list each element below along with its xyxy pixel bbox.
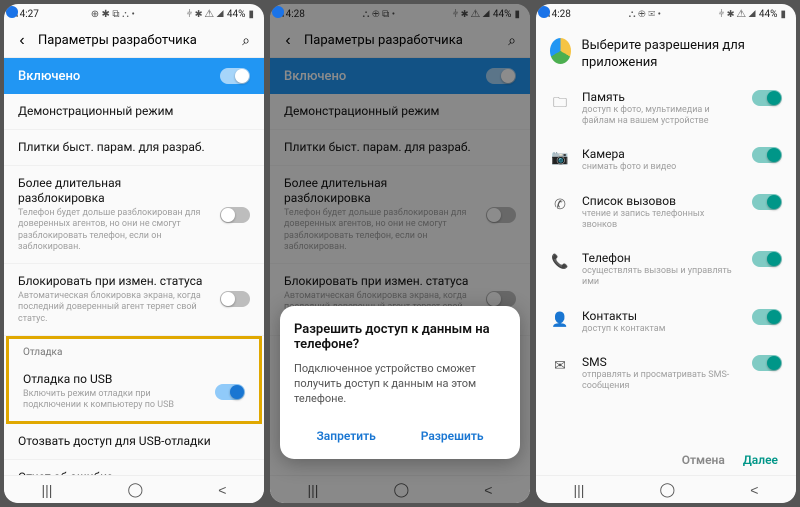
item-revoke-usb[interactable]: Отозвать доступ для USB-отладки bbox=[4, 424, 264, 460]
contacts-icon: 👤 bbox=[550, 309, 570, 328]
nav-home-icon[interactable]: ◯ bbox=[660, 481, 676, 498]
status-battery: 44% bbox=[759, 9, 778, 20]
nav-bar: ||| ◯ < bbox=[4, 475, 264, 503]
perm-storage[interactable]: 🗀 Памятьдоступ к фото, мультимедиа и фай… bbox=[536, 80, 796, 138]
dialog-deny-button[interactable]: Запретить bbox=[306, 421, 385, 451]
perm-label: Память bbox=[582, 90, 740, 104]
perm-phone[interactable]: 📞 Телефоносуществлять вызовы и управлять… bbox=[536, 241, 796, 299]
perm-sub: осуществлять вызовы и управлять ими bbox=[582, 266, 740, 289]
item-block-status[interactable]: Блокировать при измен. статуса Автоматич… bbox=[4, 264, 264, 336]
item-demo-mode[interactable]: Демонстрационный режим bbox=[4, 94, 264, 130]
item-label: Плитки быст. парам. для разраб. bbox=[18, 140, 250, 155]
perm-contacts[interactable]: 👤 Контактыдоступ к контактам bbox=[536, 299, 796, 345]
phone-2-allow-data-dialog: 14:28 ⛬ ⊕ ⧉ • ⫩ ✱ ⚠ ◢ 44% ▮ ‹ Параметры … bbox=[270, 4, 530, 503]
toggle-call-log[interactable] bbox=[752, 194, 782, 210]
perm-call-log[interactable]: ✆ Список вызововчтение и запись телефонн… bbox=[536, 184, 796, 242]
battery-icon: ▮ bbox=[780, 9, 786, 20]
status-left-icons: ⊕ ✱ ⧉ ⛬ • bbox=[91, 9, 135, 20]
status-signal-icons: ⫩ ✱ ⚠ ◢ bbox=[187, 9, 224, 20]
master-toggle-label: Включено bbox=[18, 69, 220, 84]
toggle-stay-unlocked[interactable] bbox=[220, 207, 250, 223]
toggle-block-status[interactable] bbox=[220, 291, 250, 307]
cancel-button[interactable]: Отмена bbox=[682, 453, 725, 467]
toggle-storage[interactable] bbox=[752, 90, 782, 106]
annotation-marker bbox=[272, 6, 284, 18]
toggle-usb-debugging[interactable] bbox=[215, 384, 245, 400]
item-sub: Включить режим отладки при подключении к… bbox=[23, 389, 205, 412]
item-sub: Автоматическая блокировка экрана, когда … bbox=[18, 291, 210, 325]
status-left-icons: ⛬ ⊕ ✉ • bbox=[629, 9, 661, 20]
item-label: Отладка по USB bbox=[23, 372, 205, 387]
item-usb-debugging[interactable]: Отладка по USB Включить режим отладки пр… bbox=[9, 362, 259, 422]
allow-data-dialog: Разрешить доступ к данным на телефоне? П… bbox=[280, 306, 520, 459]
item-label: Блокировать при измен. статуса bbox=[18, 274, 210, 289]
dialog-title: Разрешить доступ к данным на телефоне? bbox=[294, 322, 506, 352]
dialog-allow-button[interactable]: Разрешить bbox=[411, 421, 494, 451]
battery-icon: ▮ bbox=[248, 9, 254, 20]
status-bar: 14:27 ⊕ ✱ ⧉ ⛬ • ⫩ ✱ ⚠ ◢ 44% ▮ bbox=[4, 4, 264, 24]
perm-sub: снимать фото и видео bbox=[582, 162, 740, 173]
annotation-marker bbox=[538, 6, 550, 18]
item-sub: Телефон будет дольше разблокирован для д… bbox=[18, 208, 210, 253]
toggle-contacts[interactable] bbox=[752, 309, 782, 325]
highlight-usb-debugging: Отладка Отладка по USB Включить режим от… bbox=[6, 336, 262, 425]
nav-home-icon[interactable]: ◯ bbox=[128, 481, 144, 498]
item-label: Отозвать доступ для USB-отладки bbox=[18, 434, 250, 449]
camera-icon: 📷 bbox=[550, 147, 570, 166]
master-toggle-row[interactable]: Включено bbox=[4, 58, 264, 94]
perm-label: SMS bbox=[582, 355, 740, 369]
permissions-title: Выберите разрешения для приложения bbox=[581, 38, 782, 72]
item-bug-report[interactable]: Отчет об ошибке Показывать в меню кнопки… bbox=[4, 460, 264, 475]
toggle-camera[interactable] bbox=[752, 147, 782, 163]
perm-label: Камера bbox=[582, 147, 740, 161]
nav-recent-icon[interactable]: ||| bbox=[42, 482, 53, 498]
app-icon bbox=[550, 38, 571, 64]
search-icon[interactable]: ⌕ bbox=[236, 32, 256, 49]
status-signal-icons: ⫩ ✱ ⚠ ◢ bbox=[719, 9, 756, 20]
nav-back-icon[interactable]: < bbox=[750, 482, 758, 498]
status-battery: 44% bbox=[227, 9, 246, 20]
nav-bar: ||| ◯ < bbox=[536, 475, 796, 503]
nav-back-icon[interactable]: < bbox=[218, 482, 226, 498]
perm-label: Список вызовов bbox=[582, 194, 740, 208]
perm-camera[interactable]: 📷 Камераснимать фото и видео bbox=[536, 137, 796, 183]
status-bar: 14:28 ⛬ ⊕ ✉ • ⫩ ✱ ⚠ ◢ 44% ▮ bbox=[536, 4, 796, 24]
call-log-icon: ✆ bbox=[550, 194, 570, 213]
nav-recent-icon[interactable]: ||| bbox=[574, 482, 585, 498]
perm-sub: доступ к контактам bbox=[582, 324, 740, 335]
permissions-footer: Отмена Далее bbox=[536, 445, 796, 475]
phone-1-developer-options: 14:27 ⊕ ✱ ⧉ ⛬ • ⫩ ✱ ⚠ ◢ 44% ▮ ‹ Параметр… bbox=[4, 4, 264, 503]
perm-sub: отправлять и просматривать SMS-сообщения bbox=[582, 370, 740, 393]
toggle-phone[interactable] bbox=[752, 251, 782, 267]
sms-icon: ✉ bbox=[550, 355, 570, 374]
page-title: Параметры разработчика bbox=[32, 33, 236, 48]
master-toggle[interactable] bbox=[220, 68, 250, 84]
phone-icon: 📞 bbox=[550, 251, 570, 270]
dialog-body: Подключенное устройство сможет получить … bbox=[294, 362, 506, 407]
back-icon[interactable]: ‹ bbox=[12, 32, 32, 50]
section-debugging: Отладка bbox=[9, 339, 259, 362]
toggle-sms[interactable] bbox=[752, 355, 782, 371]
item-stay-unlocked[interactable]: Более длительная разблокировка Телефон б… bbox=[4, 166, 264, 264]
permissions-header: Выберите разрешения для приложения bbox=[536, 24, 796, 80]
perm-sms[interactable]: ✉ SMSотправлять и просматривать SMS-сооб… bbox=[536, 345, 796, 403]
next-button[interactable]: Далее bbox=[743, 453, 778, 467]
perm-sub: доступ к фото, мультимедиа и файлам на в… bbox=[582, 105, 740, 128]
item-label: Демонстрационный режим bbox=[18, 104, 250, 119]
item-label: Более длительная разблокировка bbox=[18, 176, 210, 206]
item-quick-tiles[interactable]: Плитки быст. парам. для разраб. bbox=[4, 130, 264, 166]
permissions-list: 🗀 Памятьдоступ к фото, мультимедиа и фай… bbox=[536, 80, 796, 445]
perm-label: Телефон bbox=[582, 251, 740, 265]
perm-label: Контакты bbox=[582, 309, 740, 323]
annotation-marker bbox=[6, 6, 18, 18]
settings-list: Демонстрационный режим Плитки быст. пара… bbox=[4, 94, 264, 475]
header: ‹ Параметры разработчика ⌕ bbox=[4, 24, 264, 58]
perm-sub: чтение и запись телефонных звонков bbox=[582, 209, 740, 232]
phone-3-app-permissions: 14:28 ⛬ ⊕ ✉ • ⫩ ✱ ⚠ ◢ 44% ▮ Выберите раз… bbox=[536, 4, 796, 503]
folder-icon: 🗀 bbox=[550, 90, 570, 116]
